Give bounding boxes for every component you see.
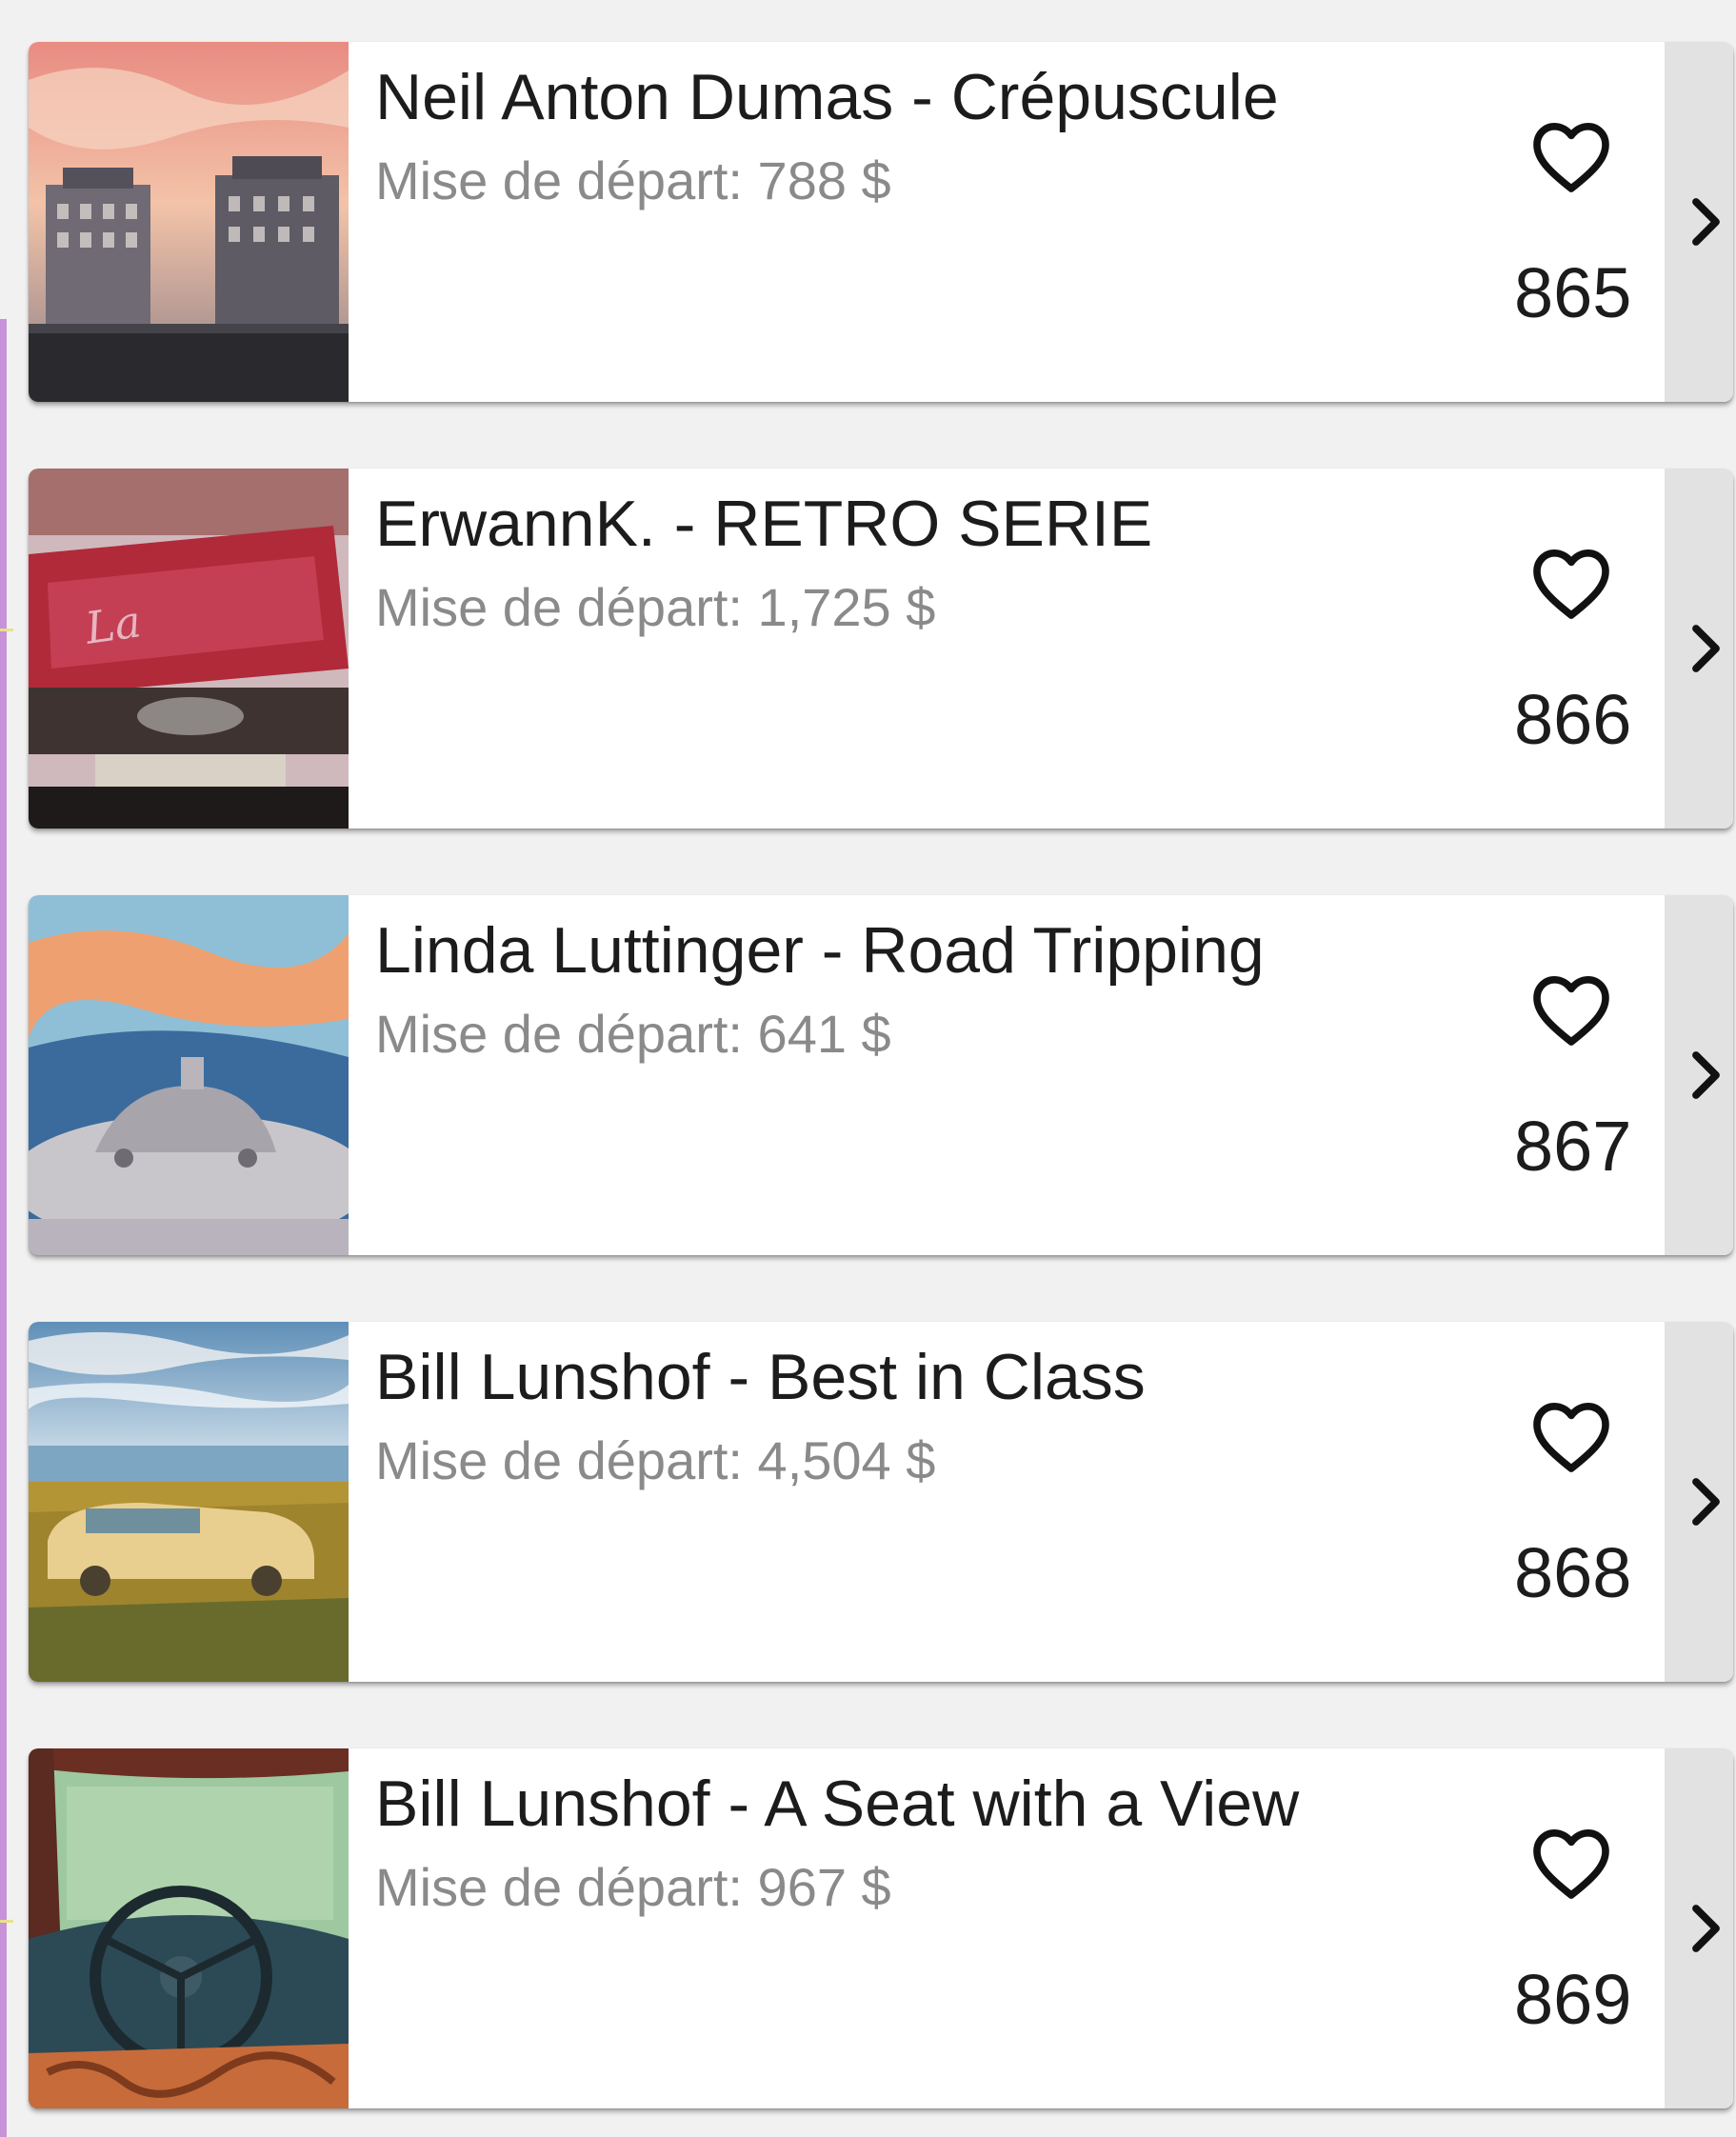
open-lot-button[interactable] [1665, 1748, 1733, 2108]
open-lot-button[interactable] [1665, 895, 1733, 1255]
heart-outline-icon[interactable] [1526, 964, 1617, 1055]
lot-card[interactable]: La ErwannK. - RETRO SERIE Mise de départ… [29, 469, 1733, 829]
heart-outline-icon[interactable] [1526, 1390, 1617, 1482]
lot-title: Linda Luttinger - Road Tripping [375, 914, 1265, 987]
lot-number: 868 [1514, 1533, 1632, 1612]
lot-title: Neil Anton Dumas - Crépuscule [375, 61, 1279, 133]
artwork-thumbnail[interactable] [29, 1748, 349, 2108]
heart-outline-icon[interactable] [1526, 537, 1617, 629]
artwork-thumbnail[interactable] [29, 42, 349, 402]
chevron-right-icon [1692, 1905, 1720, 1952]
starting-bid: Mise de départ: 4,504 $ [375, 1430, 936, 1490]
open-lot-button[interactable] [1665, 42, 1733, 402]
lot-card[interactable]: Neil Anton Dumas - Crépuscule Mise de dé… [29, 42, 1733, 402]
starting-bid: Mise de départ: 641 $ [375, 1004, 891, 1064]
artwork-thumbnail[interactable]: La [29, 469, 349, 829]
starting-bid: Mise de départ: 1,725 $ [375, 577, 936, 637]
lot-title: ErwannK. - RETRO SERIE [375, 488, 1153, 560]
lot-number: 865 [1514, 253, 1632, 332]
edge-marker [0, 1920, 13, 1923]
chevron-right-icon [1692, 1478, 1720, 1526]
lot-list: Neil Anton Dumas - Crépuscule Mise de dé… [29, 42, 1733, 2137]
lot-number: 869 [1514, 1960, 1632, 2039]
chevron-right-icon [1692, 625, 1720, 672]
left-edge-bar [0, 319, 7, 2137]
chevron-right-icon [1692, 1051, 1720, 1099]
lot-card[interactable]: Bill Lunshof - A Seat with a View Mise d… [29, 1748, 1733, 2108]
artwork-thumbnail[interactable] [29, 895, 349, 1255]
lot-card[interactable]: Linda Luttinger - Road Tripping Mise de … [29, 895, 1733, 1255]
lot-card[interactable]: Bill Lunshof - Best in Class Mise de dép… [29, 1322, 1733, 1682]
lot-number: 867 [1514, 1107, 1632, 1186]
svg-text:La: La [81, 595, 144, 654]
edge-marker [0, 629, 13, 631]
chevron-right-icon [1692, 198, 1720, 246]
heart-outline-icon[interactable] [1526, 1817, 1617, 1908]
open-lot-button[interactable] [1665, 1322, 1733, 1682]
starting-bid: Mise de départ: 788 $ [375, 150, 891, 210]
open-lot-button[interactable] [1665, 469, 1733, 829]
lot-number: 866 [1514, 680, 1632, 759]
artwork-thumbnail[interactable] [29, 1322, 349, 1682]
lot-title: Bill Lunshof - A Seat with a View [375, 1768, 1300, 1840]
auction-list-screen: Neil Anton Dumas - Crépuscule Mise de dé… [0, 0, 1736, 2137]
heart-outline-icon[interactable] [1526, 110, 1617, 202]
starting-bid: Mise de départ: 967 $ [375, 1857, 891, 1917]
lot-title: Bill Lunshof - Best in Class [375, 1341, 1146, 1413]
